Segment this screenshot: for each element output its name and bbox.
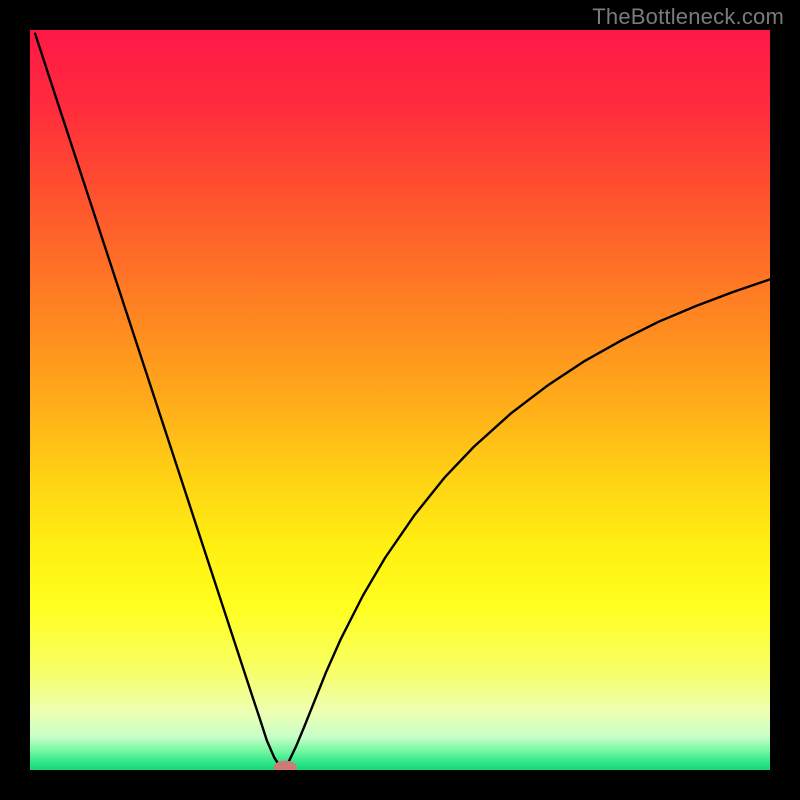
chart-frame: TheBottleneck.com (0, 0, 800, 800)
plot-area (30, 30, 770, 770)
bottleneck-chart (30, 30, 770, 770)
optimal-point-marker (274, 761, 296, 770)
gradient-background (30, 30, 770, 770)
watermark-text: TheBottleneck.com (592, 4, 784, 30)
